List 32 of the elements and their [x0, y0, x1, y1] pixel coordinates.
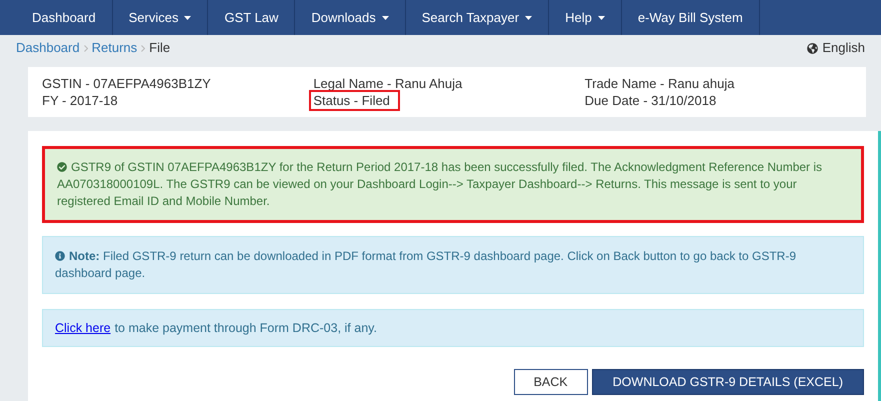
info-text: Legal Name - Ranu Ahuja: [312, 75, 464, 92]
success-message: GSTR9 of GSTIN 07AEFPA4963B1ZY for the Return Period 2017-18 has been successfully filed. The Acknowledgment Reference Number is AA070318000109L. The GSTR9 can be viewed on your Dashboard Login--> Taxpayer Dashboard--> Returns. This message is sent to your registered Email ID and Mobile Number.: [57, 159, 824, 210]
payment-text: to make payment through Form DRC-03, if any.: [114, 320, 377, 337]
caret-icon: [382, 16, 389, 20]
nav-item[interactable]: e-Way Bill System: [622, 0, 760, 35]
back-button[interactable]: BACK: [514, 369, 588, 395]
breadcrumb-link[interactable]: Returns: [92, 38, 138, 58]
info-text: Status - Filed: [311, 92, 398, 109]
nav-item[interactable]: GST Law: [208, 0, 296, 35]
caret-icon: [598, 16, 605, 20]
caret-icon: [184, 16, 192, 20]
download-button[interactable]: DOWNLOAD GSTR-9 DETAILS (EXCEL): [592, 369, 864, 395]
chevron-icon: [141, 44, 146, 52]
info-text: Due Date - 31/10/2018: [584, 92, 718, 109]
nav-item[interactable]: Dashboard: [16, 0, 113, 35]
nav-item[interactable]: Downloads: [295, 0, 406, 35]
nav-item[interactable]: Search Taxpayer: [406, 0, 550, 35]
language-link[interactable]: English: [822, 38, 865, 58]
nav-item[interactable]: Services: [112, 0, 208, 35]
breadcrumb-current: File: [149, 39, 170, 58]
info-text: GSTIN - 07AEFPA4963B1ZY: [41, 75, 212, 92]
caret-icon: [525, 16, 532, 20]
chevron-icon: [84, 44, 88, 52]
info-icon: [55, 251, 65, 261]
check-icon: [57, 162, 67, 172]
globe-icon: [807, 42, 818, 54]
nav-item[interactable]: Help: [549, 0, 622, 35]
click-here-link[interactable]: Click here: [55, 318, 111, 338]
breadcrumb-link[interactable]: Dashboard: [16, 38, 80, 58]
info-text: FY - 2017-18: [41, 92, 119, 109]
info-text: Trade Name - Ranu ahuja: [584, 75, 736, 92]
note-message: Note: Filed GSTR-9 return can be downloaded in PDF format from GSTR-9 dashboard page. Click on Back button to go back to GSTR-9 dashboard page.: [55, 248, 797, 282]
